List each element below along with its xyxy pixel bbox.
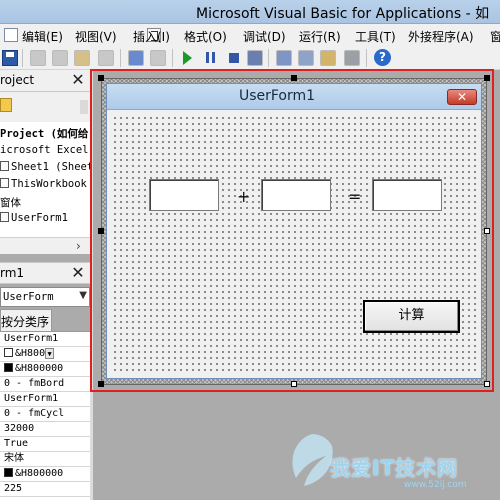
annotation-highlight-box <box>90 69 494 392</box>
toolbar-separator <box>172 49 173 67</box>
cut-icon[interactable] <box>30 50 46 66</box>
project-panel-title: roject <box>0 73 35 87</box>
property-value-row[interactable]: 0 - fmBord <box>0 377 90 392</box>
menu-window[interactable]: 窗 <box>490 28 500 45</box>
toolbar-separator <box>120 49 121 67</box>
tree-folder-excel-objects[interactable]: icrosoft Excel <box>0 144 89 156</box>
save-icon[interactable] <box>2 50 18 66</box>
project-panel-header: roject ✕ <box>0 70 90 92</box>
design-mode-icon[interactable] <box>247 50 263 66</box>
tree-item-userform1[interactable]: UserForm1 <box>0 212 68 224</box>
menu-addins[interactable]: 外接程序(A) <box>408 28 474 45</box>
properties-icon[interactable] <box>298 50 314 66</box>
color-swatch <box>4 363 13 372</box>
toggle-folders-icon[interactable] <box>0 98 12 112</box>
project-tree: Project (如何给 icrosoft Excel Sheet1 (Shee… <box>0 122 90 237</box>
project-horizontal-scrollbar[interactable]: › <box>0 237 90 254</box>
menu-edit[interactable]: 编辑(E) <box>22 28 63 45</box>
project-toolbar-scroll[interactable] <box>80 100 88 114</box>
copy-icon[interactable] <box>52 50 68 66</box>
properties-panel-header: rm1 ✕ <box>0 262 90 284</box>
workbook-icon <box>0 178 9 188</box>
tree-folder-forms[interactable]: 窗体 <box>0 195 21 210</box>
pause-icon[interactable] <box>206 52 215 63</box>
toolbox-icon[interactable] <box>344 50 360 66</box>
watermark-text: 我爱IT技术网 <box>330 456 459 480</box>
chevron-down-icon[interactable]: ▼ <box>79 290 87 301</box>
site-watermark: 我爱IT技术网 www.52ij.com <box>282 420 500 500</box>
find-icon[interactable] <box>98 50 114 66</box>
properties-panel-close-icon[interactable]: ✕ <box>70 265 86 281</box>
property-value-row[interactable]: UserForm1 <box>0 332 90 347</box>
scroll-right-icon[interactable]: › <box>76 239 81 253</box>
menu-tools[interactable]: 工具(T) <box>355 28 396 45</box>
menu-view[interactable]: 视图(V) <box>75 28 117 45</box>
tree-item-sheet1[interactable]: Sheet1 (Sheet <box>0 161 90 173</box>
properties-object-value: UserForm <box>3 291 54 303</box>
property-value-row[interactable]: UserForm1 <box>0 392 90 407</box>
color-swatch <box>4 348 13 357</box>
userform-icon <box>0 212 9 222</box>
project-explorer-icon[interactable] <box>276 50 292 66</box>
object-browser-icon[interactable] <box>320 50 336 66</box>
properties-panel-title: rm1 <box>0 266 25 280</box>
tree-project-node[interactable]: Project (如何给 <box>0 126 88 141</box>
property-value-row[interactable]: 宋体 <box>0 452 90 467</box>
property-value-row[interactable]: &H800000 <box>0 362 90 377</box>
worksheet-icon <box>0 161 9 171</box>
window-title: Microsoft Visual Basic for Applications … <box>196 6 490 22</box>
tab-categorized-label: 按分类序 <box>1 315 50 329</box>
property-value-row[interactable]: 32000 <box>0 422 90 437</box>
menu-bar: 编辑(E) 视图(V) 插入(I) 格式(O) 调试(D) 运行(R) 工具(T… <box>0 24 500 46</box>
file-menu-icon[interactable] <box>4 28 18 42</box>
tab-categorized[interactable]: 按分类序 <box>0 309 52 331</box>
paste-icon[interactable] <box>74 50 90 66</box>
toolbar-separator <box>366 49 367 67</box>
property-value-row[interactable]: &H800000 <box>0 467 90 482</box>
properties-grid: UserForm1 &H800 ▼ &H800000 0 - fmBord Use… <box>0 331 90 500</box>
project-panel-close-icon[interactable]: ✕ <box>70 72 86 88</box>
tree-item-thisworkbook[interactable]: ThisWorkbook <box>0 178 87 190</box>
chevron-down-icon[interactable]: ▼ <box>45 348 55 359</box>
run-icon[interactable] <box>183 51 192 65</box>
window-title-bar: Microsoft Visual Basic for Applications … <box>0 0 500 24</box>
standard-toolbar: ? <box>0 46 500 70</box>
menu-run[interactable]: 运行(R) <box>299 28 341 45</box>
menu-format[interactable]: 格式(O) <box>184 28 227 45</box>
property-value-row[interactable]: True <box>0 437 90 452</box>
menu-debug[interactable]: 调试(D) <box>243 28 286 45</box>
menu-insert[interactable]: 插入(I) <box>133 28 170 45</box>
property-value-row[interactable]: 0 - fmCycl <box>0 407 90 422</box>
watermark-url: www.52ij.com <box>404 480 467 490</box>
toolbar-separator <box>22 49 23 67</box>
help-icon[interactable]: ? <box>374 49 391 66</box>
project-panel-toolbar <box>0 92 90 122</box>
stop-icon[interactable] <box>229 53 239 63</box>
undo-icon[interactable] <box>128 50 144 66</box>
properties-object-select[interactable]: UserForm ▼ <box>0 287 90 307</box>
color-swatch <box>4 468 13 477</box>
property-value-row[interactable]: 225 <box>0 482 90 497</box>
property-value-row[interactable]: &H800 ▼ <box>0 347 90 362</box>
redo-icon[interactable] <box>150 50 166 66</box>
toolbar-separator <box>268 49 269 67</box>
